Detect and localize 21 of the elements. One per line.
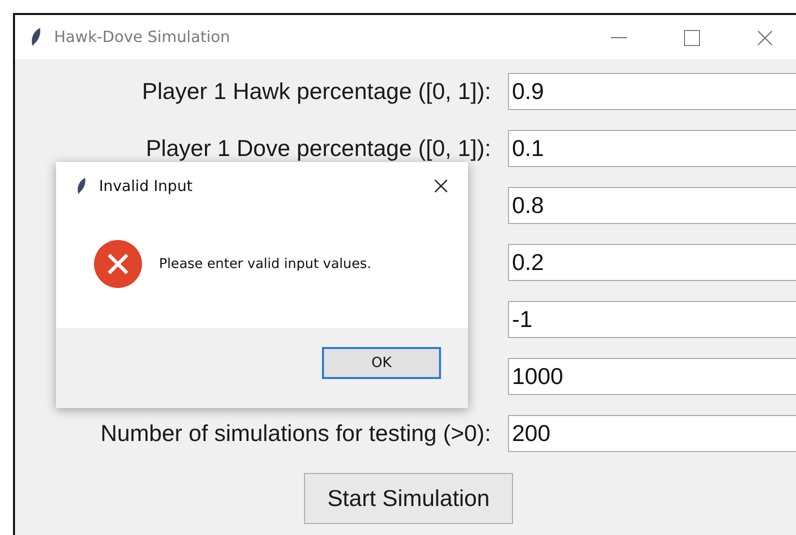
input-field[interactable]: 0.8 bbox=[508, 187, 796, 224]
minimize-icon[interactable] bbox=[611, 37, 627, 39]
maximize-icon[interactable] bbox=[684, 30, 700, 46]
ok-button[interactable]: OK bbox=[322, 347, 441, 379]
error-icon bbox=[93, 239, 143, 289]
window-title: Hawk-Dove Simulation bbox=[54, 28, 230, 46]
feather-icon bbox=[76, 177, 87, 195]
input-field[interactable]: 0.9 bbox=[508, 73, 796, 110]
field-label: Player 1 Hawk percentage ([0, 1]): bbox=[141, 78, 491, 105]
input-field[interactable]: 1000 bbox=[508, 358, 796, 395]
field-label: Number of simulations for testing (>0): bbox=[99, 420, 491, 447]
field-label: Player 1 Dove percentage ([0, 1]): bbox=[144, 135, 491, 162]
start-simulation-button[interactable]: Start Simulation bbox=[304, 473, 513, 524]
feather-icon bbox=[30, 27, 42, 47]
input-field[interactable]: 200 bbox=[508, 415, 796, 452]
input-field[interactable]: 0.1 bbox=[508, 130, 796, 167]
input-field[interactable]: 0.2 bbox=[508, 244, 796, 281]
dialog-message: Please enter valid input values. bbox=[159, 256, 372, 272]
close-icon[interactable] bbox=[434, 179, 448, 193]
input-field[interactable]: -1 bbox=[508, 301, 796, 338]
dialog-title: Invalid Input bbox=[99, 177, 192, 195]
